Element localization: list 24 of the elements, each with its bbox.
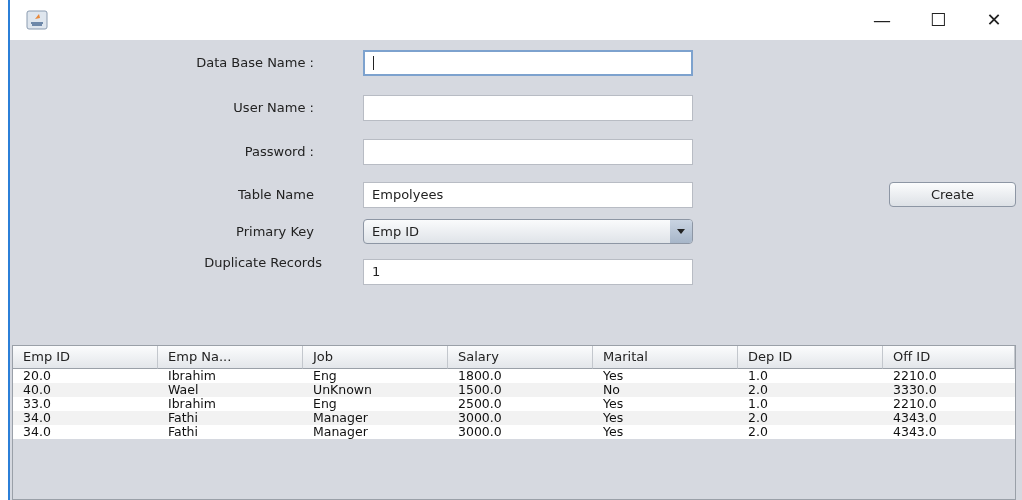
input-field[interactable]: Empolyees xyxy=(363,181,693,208)
create-button[interactable]: Create xyxy=(889,181,1016,207)
field-label: Data Base Name : xyxy=(195,54,315,73)
input-field[interactable]: 1 xyxy=(363,258,693,285)
input-field[interactable] xyxy=(363,138,693,165)
field-label: Duplicate Records xyxy=(203,254,322,272)
field-label: Password : xyxy=(243,143,315,162)
input-field[interactable] xyxy=(363,49,693,76)
field-label: Primary Key xyxy=(235,222,315,241)
column-header[interactable]: Off ID xyxy=(883,345,1015,369)
close-button[interactable]: ✕ xyxy=(966,1,1022,38)
column-header[interactable]: Emp Na... xyxy=(158,345,303,369)
java-app-icon xyxy=(26,9,48,30)
column-header[interactable]: Salary xyxy=(448,345,593,369)
column-header[interactable]: Job xyxy=(303,345,448,369)
column-header[interactable]: Emp ID xyxy=(13,345,158,369)
primary-key-dropdown[interactable]: Emp ID xyxy=(363,218,693,244)
column-header[interactable]: Marital xyxy=(593,345,738,369)
input-field[interactable] xyxy=(363,94,693,121)
column-header[interactable]: Dep ID xyxy=(738,345,883,369)
field-label: User Name : xyxy=(232,99,315,118)
field-label: Table Name xyxy=(236,186,315,205)
maximize-button[interactable]: ☐ xyxy=(910,1,966,38)
minimize-button[interactable]: — xyxy=(854,1,910,38)
